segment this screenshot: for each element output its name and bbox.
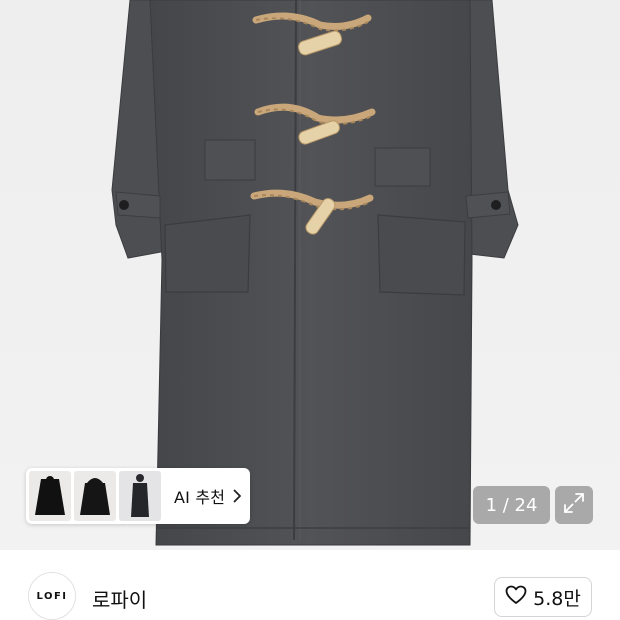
like-button[interactable]: 5.8만 (494, 577, 592, 617)
chevron-right-icon (233, 489, 242, 503)
ai-recommend-panel[interactable]: AI 추천 (26, 468, 250, 524)
ai-recommend-label: AI 추천 (174, 488, 226, 507)
expand-image-button[interactable] (555, 486, 593, 524)
brand-logo-text: LOFI (36, 590, 68, 602)
heart-icon (505, 585, 527, 609)
brand-logo[interactable]: LOFI (28, 572, 76, 620)
expand-icon (563, 492, 585, 518)
image-page-counter: 1 / 24 (473, 486, 550, 524)
model-long-coat-thumbnail[interactable] (119, 471, 161, 521)
brand-name[interactable]: 로파이 (92, 584, 147, 613)
like-count: 5.8만 (533, 587, 581, 610)
black-coat-thumbnail[interactable] (29, 471, 71, 521)
product-image-gallery[interactable]: AI 추천 1 / 24 (0, 0, 620, 550)
black-hooded-coat-thumbnail[interactable] (74, 471, 116, 521)
ai-recommend-button[interactable]: AI 추천 (174, 484, 242, 508)
